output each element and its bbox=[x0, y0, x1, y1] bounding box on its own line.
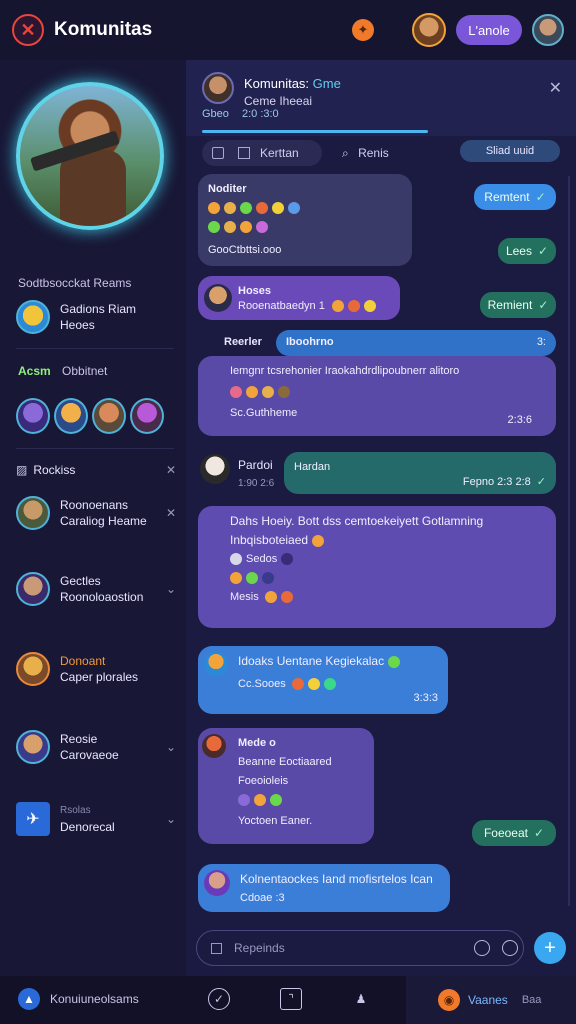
sender-avatar[interactable] bbox=[200, 454, 230, 484]
rockies-row[interactable]: ▨ Rockiss ✕ bbox=[16, 462, 176, 478]
app-title: Komunitas bbox=[54, 19, 153, 40]
top-bar: ✕ Komunitas ✦ L'anole bbox=[0, 0, 576, 60]
scrollbar[interactable] bbox=[568, 176, 570, 906]
progress-bar bbox=[202, 130, 428, 133]
emoji-row bbox=[208, 201, 402, 216]
sidebar-section2: Acsm Obbitnet bbox=[18, 364, 108, 378]
message-bubble[interactable]: Hoses Rooenatbaedyn 1 bbox=[198, 276, 400, 320]
user-icon: ♟ bbox=[355, 992, 367, 1006]
heart-icon[interactable] bbox=[474, 940, 490, 956]
divider bbox=[16, 448, 174, 449]
sidebar-item[interactable]: Roonoenans Caraliog Heame ✕ bbox=[16, 496, 176, 530]
member-avatar[interactable] bbox=[92, 398, 126, 434]
item-avatar bbox=[16, 572, 50, 606]
close-icon[interactable]: ✕ bbox=[166, 463, 176, 477]
member-avatar[interactable] bbox=[130, 398, 164, 434]
close-icon[interactable]: ✕ bbox=[549, 78, 562, 98]
message-bubble[interactable]: Mede o Beanne Eoctiaared Foeoioleis Yoct… bbox=[198, 728, 374, 844]
flame-icon: ◉ bbox=[438, 989, 460, 1011]
friend-avatar[interactable] bbox=[532, 14, 564, 46]
group-avatar bbox=[16, 300, 50, 334]
divider bbox=[16, 348, 174, 349]
nav-active[interactable]: ◉ Vaanes Baa bbox=[406, 976, 576, 1024]
sidebar-item[interactable]: ✈ Rsolas Denorecal ⌄ bbox=[16, 802, 176, 836]
message-bubble[interactable]: Hardan Fepno 2:3 2:8 ✓ bbox=[284, 452, 556, 494]
frame-icon: ⌝ bbox=[280, 988, 302, 1010]
item-avatar bbox=[16, 730, 50, 764]
sender-avatar[interactable] bbox=[204, 870, 230, 896]
user-avatar[interactable] bbox=[412, 13, 446, 47]
emoji-row bbox=[238, 793, 364, 808]
emoji-row bbox=[230, 571, 546, 586]
send-icon: ✈ bbox=[16, 802, 50, 836]
message-bubble[interactable]: Idoaks Uentane Kegiekalac Cc.Sooes 3:3:3 bbox=[198, 646, 448, 714]
sidebar-item[interactable]: Gectles Roonoloaostion ⌄ bbox=[16, 572, 176, 606]
filter-pill[interactable]: Sliad uuid bbox=[460, 140, 560, 162]
chat-avatar[interactable] bbox=[202, 72, 234, 104]
list-icon bbox=[238, 147, 250, 159]
chat-subtitle: Ceme Iheeai bbox=[244, 94, 313, 108]
chevron-down-icon[interactable]: ⌄ bbox=[166, 812, 176, 826]
profile-pill-button[interactable]: L'anole bbox=[456, 15, 522, 45]
chat-tabs: Kerttan ⌕ Renis Sliad uuid bbox=[186, 136, 576, 176]
brand-logo-icon[interactable]: ✕ bbox=[12, 14, 44, 46]
message-bubble[interactable]: Dahs Hoeiy. Bott dss cemtoekeiyett Gotla… bbox=[198, 506, 556, 628]
avatar-strip bbox=[16, 398, 164, 434]
square-icon bbox=[212, 147, 224, 159]
home-icon: ▲ bbox=[18, 988, 40, 1010]
member-avatar[interactable] bbox=[54, 398, 88, 434]
check-icon: ✓ bbox=[538, 298, 549, 312]
composer: Repeinds + bbox=[186, 916, 576, 976]
emoji-row bbox=[208, 220, 402, 235]
tab-search[interactable]: ⌕ Renis bbox=[342, 146, 389, 161]
tab-kerttan[interactable]: Kerttan bbox=[202, 140, 322, 166]
gallery-icon: ▨ bbox=[16, 463, 28, 477]
sent-status: Foeoeat ✓ bbox=[472, 820, 556, 846]
chevron-down-icon[interactable]: ⌄ bbox=[166, 582, 176, 596]
sender-avatar[interactable] bbox=[202, 734, 226, 758]
attach-icon[interactable] bbox=[211, 942, 222, 954]
sender-avatar[interactable] bbox=[204, 284, 232, 312]
sent-status: Lees ✓ bbox=[498, 238, 556, 264]
search-icon: ⌕ bbox=[342, 146, 349, 160]
sidebar-item[interactable]: Reosie Carovaeoe ⌄ bbox=[16, 730, 176, 764]
sidebar: Sodtbsocckat Reams Gadions Riam Heoes Ac… bbox=[0, 60, 186, 976]
nav-square[interactable]: ⌝ bbox=[280, 988, 302, 1010]
message-title-bar: Iboohrno 3: bbox=[276, 330, 556, 356]
sender-avatar[interactable] bbox=[204, 652, 228, 676]
sidebar-section-title: Sodtbsocckat Reams bbox=[18, 276, 132, 290]
emoji-row bbox=[230, 385, 546, 400]
close-icon[interactable]: ✕ bbox=[166, 506, 176, 520]
chat-title: Komunitas: Gme bbox=[244, 76, 341, 91]
message-bubble[interactable]: Noditer GooCtbttsi.ooo bbox=[198, 174, 412, 266]
chat-meta: Gbeo 2:0 :3:0 bbox=[202, 108, 279, 120]
check-icon: ✓ bbox=[535, 190, 546, 204]
nav-profile[interactable]: ♟ bbox=[350, 988, 372, 1010]
hero-portrait[interactable] bbox=[16, 82, 164, 230]
item-avatar bbox=[16, 496, 50, 530]
member-avatar[interactable] bbox=[16, 398, 50, 434]
sidebar-item[interactable]: Donoant Caper plorales bbox=[16, 652, 176, 686]
item-avatar bbox=[16, 652, 50, 686]
flame-icon[interactable]: ✦ bbox=[352, 19, 374, 41]
message-bubble[interactable]: Kolnentaockes Iand mofisrtelos Ican Cdoa… bbox=[198, 864, 450, 912]
sent-status: Remtent ✓ bbox=[474, 184, 556, 210]
message-bubble[interactable]: Iemgnr tcsrehonier Iraokahdrdlipoubnerr … bbox=[198, 356, 556, 436]
bottom-nav: ▲ Konuiuneolsams ✓ ⌝ ♟ ◉ Vaanes Baa bbox=[0, 976, 576, 1024]
check-icon: ✓ bbox=[533, 826, 545, 840]
chat-panel: Komunitas: Gme Ceme Iheeai Gbeo 2:0 :3:0… bbox=[186, 60, 576, 976]
nav-clock[interactable]: ✓ bbox=[208, 988, 230, 1010]
chat-header: Komunitas: Gme Ceme Iheeai Gbeo 2:0 :3:0… bbox=[186, 60, 576, 136]
add-button[interactable]: + bbox=[534, 932, 566, 964]
nav-home[interactable]: ▲ Konuiuneolsams bbox=[18, 988, 139, 1010]
chevron-down-icon[interactable]: ⌄ bbox=[166, 740, 176, 754]
sent-status: Remient ✓ bbox=[480, 292, 556, 318]
check-icon: ✓ bbox=[536, 476, 546, 488]
emoji-icon[interactable] bbox=[502, 940, 518, 956]
check-icon: ✓ bbox=[537, 244, 549, 258]
sidebar-group-item[interactable]: Gadions Riam Heoes bbox=[16, 300, 176, 334]
clock-icon: ✓ bbox=[208, 988, 230, 1010]
